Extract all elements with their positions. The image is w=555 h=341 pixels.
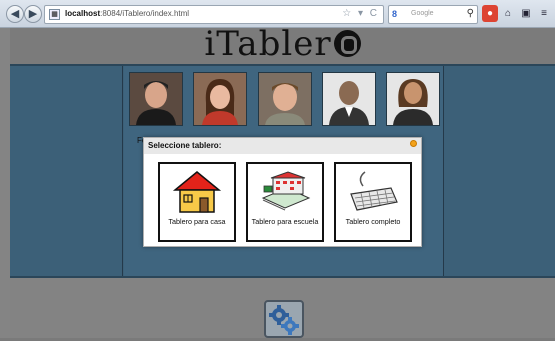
select-board-dialog: Seleccione tablero: Tablero para casa Ta… bbox=[143, 137, 422, 247]
app-header: iTabler bbox=[10, 24, 555, 64]
user-avatar-1[interactable] bbox=[129, 72, 183, 126]
user-avatar-3[interactable] bbox=[258, 72, 312, 126]
page-left-edge bbox=[0, 28, 10, 338]
full-board-label: Tablero completo bbox=[345, 217, 401, 226]
gears-icon bbox=[269, 305, 299, 335]
home-board-option[interactable]: Tablero para casa bbox=[158, 162, 236, 242]
app-title: iTabler bbox=[10, 24, 555, 64]
url-text: localhost:8084/iTablero/index.html bbox=[65, 9, 190, 18]
search-icon[interactable]: ⚲ bbox=[467, 8, 474, 19]
user-avatar-4[interactable] bbox=[322, 72, 376, 126]
dialog-header: Seleccione tablero: bbox=[144, 138, 421, 154]
bookmark-star-icon[interactable]: ☆ ▾ C bbox=[342, 8, 379, 19]
window-icon[interactable]: ▣ bbox=[518, 5, 534, 22]
dialog-title: Seleccione tablero: bbox=[148, 141, 222, 150]
back-arrow-icon[interactable]: ◀ bbox=[6, 5, 24, 23]
keyboard-icon bbox=[350, 171, 398, 211]
house-icon bbox=[172, 171, 222, 213]
school-board-label: Tablero para escuela bbox=[251, 217, 319, 226]
school-board-option[interactable]: Tablero para escuela bbox=[246, 162, 324, 242]
google-logo-icon: 8 bbox=[392, 9, 398, 19]
address-bar[interactable]: ▦ localhost:8084/iTablero/index.html ☆ ▾… bbox=[44, 5, 384, 24]
user-avatar-2[interactable] bbox=[193, 72, 247, 126]
search-placeholder: Google bbox=[411, 10, 434, 17]
app-logo-icon bbox=[333, 30, 361, 57]
forward-arrow-icon[interactable]: ▶ bbox=[24, 5, 42, 23]
home-board-label: Tablero para casa bbox=[168, 217, 226, 226]
left-column bbox=[10, 66, 123, 276]
home-icon[interactable]: ⌂ bbox=[500, 5, 516, 22]
full-board-option[interactable]: Tablero completo bbox=[334, 162, 412, 242]
user-avatar-5[interactable] bbox=[386, 72, 440, 126]
adblock-icon[interactable]: ● bbox=[482, 5, 498, 22]
school-icon bbox=[261, 171, 311, 211]
page-favicon-icon: ▦ bbox=[49, 9, 60, 20]
menu-icon[interactable]: ≡ bbox=[536, 5, 552, 22]
settings-button[interactable] bbox=[264, 300, 304, 338]
search-bar[interactable]: 8 Google ⚲ bbox=[388, 5, 478, 24]
close-icon[interactable] bbox=[410, 140, 417, 147]
